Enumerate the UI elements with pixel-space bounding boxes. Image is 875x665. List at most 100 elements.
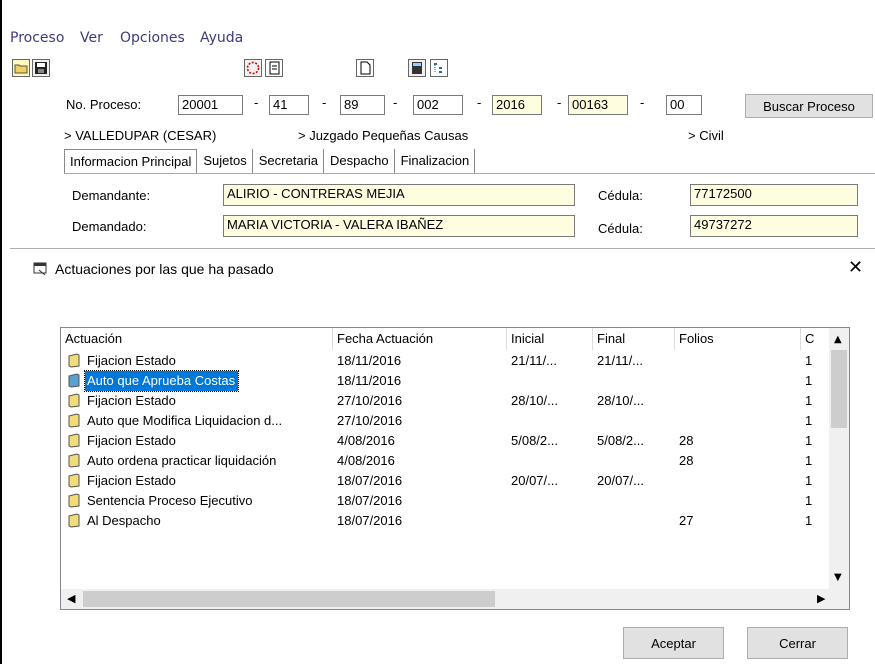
table-row[interactable]: Al Despacho 18/07/2016 27 1	[61, 511, 831, 531]
column-header-final[interactable]: Final	[593, 328, 675, 350]
column-header-fecha[interactable]: Fecha Actuación	[333, 328, 507, 350]
tree-icon[interactable]	[430, 59, 448, 77]
table-row[interactable]: Auto que Modifica Liquidacion d... 27/10/…	[61, 411, 831, 431]
cell-inicial	[511, 451, 591, 471]
tab-finalizacion[interactable]: Finalizacion	[394, 149, 476, 173]
demandado-id-label: Cédula:	[598, 221, 643, 236]
cell-folios	[679, 371, 799, 391]
column-header-c[interactable]: C	[801, 328, 831, 350]
cell-final	[597, 451, 673, 471]
cell-final	[597, 491, 673, 511]
demandado-label: Demandado:	[72, 219, 147, 234]
cell-inicial	[511, 371, 591, 391]
folder-icon	[68, 513, 80, 528]
process-part-3[interactable]: 89	[340, 95, 385, 115]
search-process-button[interactable]: Buscar Proceso	[745, 94, 873, 118]
cell-folios	[679, 411, 799, 431]
folder-icon	[68, 493, 80, 508]
tab-divider	[64, 173, 875, 174]
open-folder-icon[interactable]	[12, 59, 30, 77]
process-part-1[interactable]: 20001	[178, 95, 243, 115]
scroll-thumb-horizontal[interactable]	[83, 591, 495, 607]
table-row[interactable]: Auto ordena practicar liquidación 4/08/20…	[61, 451, 831, 471]
demandado-field[interactable]: MARIA VICTORIA - VALERA IBAÑEZ	[223, 215, 575, 237]
location-court: > Juzgado Pequeñas Causas	[298, 128, 469, 143]
cell-actuacion: Sentencia Proceso Ejecutivo	[87, 493, 253, 508]
table-row[interactable]: Auto que Aprueba Costas 18/11/2016 1	[61, 370, 831, 392]
menu-ver[interactable]: Ver	[80, 30, 103, 46]
process-year[interactable]: 2016	[492, 95, 542, 115]
process-number-label: No. Proceso:	[66, 97, 142, 112]
process-part-4[interactable]: 002	[413, 95, 463, 115]
cell-c: 1	[805, 433, 813, 448]
cell-fecha: 18/11/2016	[337, 373, 402, 388]
cell-inicial: 21/11/...	[511, 353, 558, 368]
scroll-thumb[interactable]	[831, 350, 847, 428]
new-document-icon[interactable]	[356, 59, 374, 77]
separator: -	[322, 95, 327, 110]
demandado-id-field[interactable]: 49737272	[690, 215, 858, 237]
folder-icon	[68, 433, 80, 448]
menu-ayuda[interactable]: Ayuda	[200, 30, 243, 46]
table-row[interactable]: Fijacion Estado 27/10/2016 28/10/... 28/10/…	[61, 391, 831, 411]
tab-secretaria[interactable]: Secretaria	[252, 149, 325, 173]
tab-informacion-principal[interactable]: Informacion Principal	[64, 149, 198, 174]
cell-inicial: 5/08/2...	[511, 433, 558, 448]
cell-actuacion: Fijacion Estado	[87, 353, 176, 368]
cell-fecha: 18/07/2016	[337, 473, 403, 488]
cell-c: 1	[805, 513, 813, 528]
cell-c: 1	[805, 453, 813, 468]
folder-icon	[68, 413, 80, 428]
actuaciones-list[interactable]: Actuación Fecha Actuación Inicial Final …	[60, 327, 850, 610]
scroll-down-icon[interactable]: ▼	[834, 572, 842, 583]
table-row[interactable]: Fijacion Estado 18/07/2016 20/07/... 20/07/…	[61, 471, 831, 491]
cell-fecha: 18/11/2016	[337, 353, 402, 368]
process-part-6[interactable]: 00163	[568, 95, 628, 115]
vertical-scrollbar[interactable]: ▲ ▼	[829, 328, 849, 589]
folder-icon	[68, 453, 80, 468]
demandante-field[interactable]: ALIRIO - CONTRERAS MEJIA	[223, 184, 575, 206]
cell-final: 5/08/2...	[597, 433, 644, 448]
horizontal-scrollbar[interactable]: ◀ ▶	[61, 589, 849, 609]
scroll-right-icon[interactable]: ▶	[817, 592, 825, 605]
cell-c: 1	[805, 373, 813, 388]
cell-c: 1	[805, 413, 813, 428]
column-header-folios[interactable]: Folios	[675, 328, 801, 350]
cell-actuacion: Auto que Aprueba Costas	[83, 370, 240, 392]
demandante-label: Demandante:	[72, 188, 151, 203]
table-row[interactable]: Fijacion Estado 4/08/2016 5/08/2... 5/08/2.…	[61, 431, 831, 451]
folder-icon	[68, 353, 80, 368]
document-icon[interactable]	[265, 59, 283, 77]
column-header-inicial[interactable]: Inicial	[507, 328, 593, 350]
cell-inicial: 20/07/...	[511, 473, 558, 488]
demandante-id-field[interactable]: 77172500	[690, 184, 858, 206]
close-button[interactable]: Cerrar	[747, 627, 848, 659]
target-icon[interactable]	[244, 59, 262, 77]
menu-opciones[interactable]: Opciones	[120, 30, 185, 46]
tab-bar: Informacion Principal Sujetos Secretaria…	[64, 149, 476, 174]
column-header-actuacion[interactable]: Actuación	[61, 328, 333, 350]
cell-actuacion: Fijacion Estado	[87, 433, 176, 448]
tab-sujetos[interactable]: Sujetos	[197, 149, 253, 173]
folder-icon	[68, 473, 80, 488]
table-row[interactable]: Sentencia Proceso Ejecutivo 18/07/2016 1	[61, 491, 831, 511]
accept-button[interactable]: Aceptar	[623, 627, 724, 659]
cell-fecha: 18/07/2016	[337, 493, 403, 508]
process-part-2[interactable]: 41	[269, 95, 309, 115]
calculator-icon[interactable]	[408, 59, 426, 77]
process-part-7[interactable]: 00	[666, 95, 702, 115]
cell-c: 1	[805, 393, 813, 408]
location-type: > Civil	[688, 128, 724, 143]
tab-despacho[interactable]: Despacho	[324, 149, 395, 173]
selected-folder-icon	[68, 373, 80, 388]
close-icon[interactable]: ✕	[848, 258, 863, 278]
save-icon[interactable]	[32, 59, 50, 77]
table-row[interactable]: Fijacion Estado 18/11/2016 21/11/... 21/11/…	[61, 351, 831, 371]
scroll-left-icon[interactable]: ◀	[67, 592, 75, 605]
cell-final: 21/11/...	[597, 353, 644, 368]
cell-final	[597, 411, 673, 431]
scroll-up-icon[interactable]: ▲	[834, 334, 842, 345]
cell-actuacion: Auto que Modifica Liquidacion d...	[87, 413, 283, 428]
menu-proceso[interactable]: Proceso	[10, 30, 64, 46]
cell-actuacion: Al Despacho	[87, 513, 161, 528]
